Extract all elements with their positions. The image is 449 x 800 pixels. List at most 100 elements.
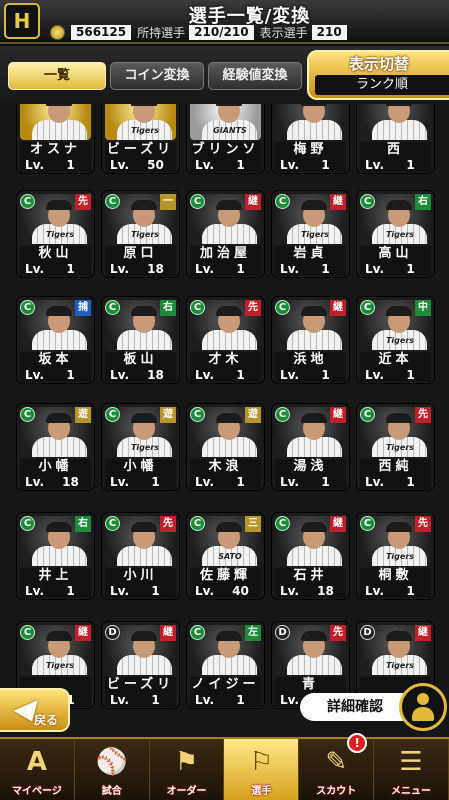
position-badge: 先 <box>415 516 431 532</box>
jersey-logo-text: Tigers <box>45 230 75 239</box>
notification-badge: ! <box>347 733 368 753</box>
player-card[interactable]: Tigers C 中近本 Lv. 1 <box>356 296 435 384</box>
rank-badge-icon: C <box>20 300 35 315</box>
back-button[interactable]: ◀ 戻る <box>0 688 70 732</box>
player-card[interactable]: C 継加治屋 Lv. 1 <box>186 190 265 278</box>
player-card[interactable]: C 右井上 Lv. 1 <box>16 512 95 600</box>
player-level: Lv. 18 <box>105 368 176 382</box>
rank-badge-icon: C <box>105 407 120 422</box>
player-name: 石井 <box>275 568 346 584</box>
player-card[interactable]: Tigers C 継岩貞 Lv. 1 <box>271 190 350 278</box>
rank-badge-icon: D <box>360 625 375 640</box>
nav-item-scout[interactable]: ✎ スカウト! <box>299 733 375 800</box>
level-prefix: Lv. <box>280 584 300 598</box>
position-badge: 先 <box>160 516 176 532</box>
player-card[interactable]: C 右板山 Lv. 18 <box>101 296 180 384</box>
player-name: 浜地 <box>275 352 346 368</box>
rank-badge-icon: C <box>275 300 290 315</box>
nav-item-menu[interactable]: ☰ メニュー <box>374 739 449 800</box>
rank-badge-icon: C <box>20 194 35 209</box>
player-card[interactable]: SATO C 三佐藤輝 Lv. 40 <box>186 512 265 600</box>
rank-badge-icon: C <box>360 300 375 315</box>
order-icon: ⚑ <box>174 747 199 777</box>
position-badge: 継 <box>330 300 346 316</box>
nav-item-label: 選手 <box>251 786 272 797</box>
player-card[interactable]: C 遊木浪 Lv. 1 <box>186 403 265 491</box>
nav-item-players[interactable]: ⚐ 選手 <box>224 739 300 800</box>
player-card[interactable]: Tigers C 先西純 Lv. 1 <box>356 403 435 491</box>
player-card[interactable]: C 先才木 Lv. 1 <box>186 296 265 384</box>
jersey-logo-text: Tigers <box>385 230 415 239</box>
player-card[interactable]: オスナ Lv. 1 <box>16 104 95 174</box>
position-badge: 先 <box>415 407 431 423</box>
player-card[interactable]: C 継浜地 Lv. 1 <box>271 296 350 384</box>
level-prefix: Lv. <box>110 158 130 172</box>
level-prefix: Lv. <box>110 693 130 707</box>
player-level: Lv. 18 <box>105 262 176 276</box>
player-name: 秋山 <box>20 246 91 262</box>
level-value: 1 <box>321 368 330 382</box>
player-card[interactable]: C 捕坂本 Lv. 1 <box>16 296 95 384</box>
tab-exp-convert[interactable]: 経験値変換 <box>208 62 302 90</box>
owned-players-count: 210/210 <box>189 25 254 40</box>
tab-coin-convert[interactable]: コイン変換 <box>110 62 204 90</box>
position-badge: 先 <box>330 625 346 641</box>
level-prefix: Lv. <box>25 368 45 382</box>
player-photo: Tigers <box>105 104 176 140</box>
player-card[interactable]: C 先小川 Lv. 1 <box>101 512 180 600</box>
player-card[interactable]: 西 Lv. 1 <box>356 104 435 174</box>
player-card[interactable]: 梅野 Lv. 1 <box>271 104 350 174</box>
player-name: 原口 <box>105 246 176 262</box>
tab-list[interactable]: 一覧 <box>8 62 106 90</box>
player-card[interactable]: D 継ビーズリーLv. 1 <box>101 621 180 709</box>
player-level: Lv. 1 <box>190 262 261 276</box>
player-card[interactable]: Tigers C 一原口 Lv. 18 <box>101 190 180 278</box>
display-toggle-button[interactable]: 表示切替 ランク順 <box>307 50 449 100</box>
position-badge: 先 <box>245 300 261 316</box>
player-card[interactable]: C 継湯浅 Lv. 1 <box>271 403 350 491</box>
position-badge: 継 <box>160 625 176 641</box>
player-card[interactable]: Tigers C 遊小幡 Lv. 1 <box>101 403 180 491</box>
player-name: 佐藤輝 <box>190 568 261 584</box>
header-bar: H 選手一覧/変換 566125 所持選手 210/210 表示選手 210 <box>0 0 449 44</box>
jersey-logo-text: SATO <box>218 552 242 561</box>
player-level: Lv. 1 <box>190 475 261 489</box>
player-card[interactable]: Tigers C 右高山 Lv. 1 <box>356 190 435 278</box>
level-prefix: Lv. <box>280 368 300 382</box>
position-badge: 継 <box>330 407 346 423</box>
nav-item-match[interactable]: ⚾ 試合 <box>75 739 150 800</box>
player-name: 梅野 <box>275 142 346 158</box>
player-photo: GIANTS <box>190 104 261 140</box>
player-card[interactable]: Tigers C 先秋山 Lv. 1 <box>16 190 95 278</box>
level-prefix: Lv. <box>25 262 45 276</box>
player-name: オスナ <box>20 142 91 158</box>
player-name: ビーズリー <box>105 142 176 173</box>
player-card[interactable]: Tigers C 先桐敷 Lv. 1 <box>356 512 435 600</box>
player-name: 井上 <box>20 568 91 584</box>
nav-item-label: 試合 <box>101 786 122 797</box>
position-badge: 捕 <box>75 300 91 316</box>
level-prefix: Lv. <box>365 368 385 382</box>
player-card[interactable]: C 継石井 Lv. 18 <box>271 512 350 600</box>
player-name: 高山 <box>360 246 431 262</box>
nav-item-order[interactable]: ⚑ オーダー <box>150 739 225 800</box>
player-card[interactable]: GIANTS ブリンソンLv. 1 <box>186 104 265 174</box>
level-value: 18 <box>147 262 164 276</box>
player-card[interactable]: C 遊小幡 Lv. 18 <box>16 403 95 491</box>
position-badge: 遊 <box>160 407 176 423</box>
rank-badge-icon: C <box>190 407 205 422</box>
player-card[interactable]: Tigers ビーズリーLv. 50 <box>101 104 180 174</box>
player-card[interactable]: C 左ノイジー Lv. 1 <box>186 621 265 709</box>
level-prefix: Lv. <box>25 584 45 598</box>
level-prefix: Lv. <box>195 475 215 489</box>
level-prefix: Lv. <box>195 693 215 707</box>
coin-count: 566125 <box>71 25 132 40</box>
nav-item-mypage[interactable]: A マイページ <box>0 739 75 800</box>
rank-badge-icon: D <box>105 625 120 640</box>
level-value: 1 <box>236 475 245 489</box>
level-value: 1 <box>406 584 415 598</box>
player-level: Lv. 1 <box>275 262 346 276</box>
detail-check-button[interactable]: 詳細確認 <box>300 683 449 731</box>
level-value: 18 <box>147 368 164 382</box>
rank-badge-icon: C <box>190 194 205 209</box>
